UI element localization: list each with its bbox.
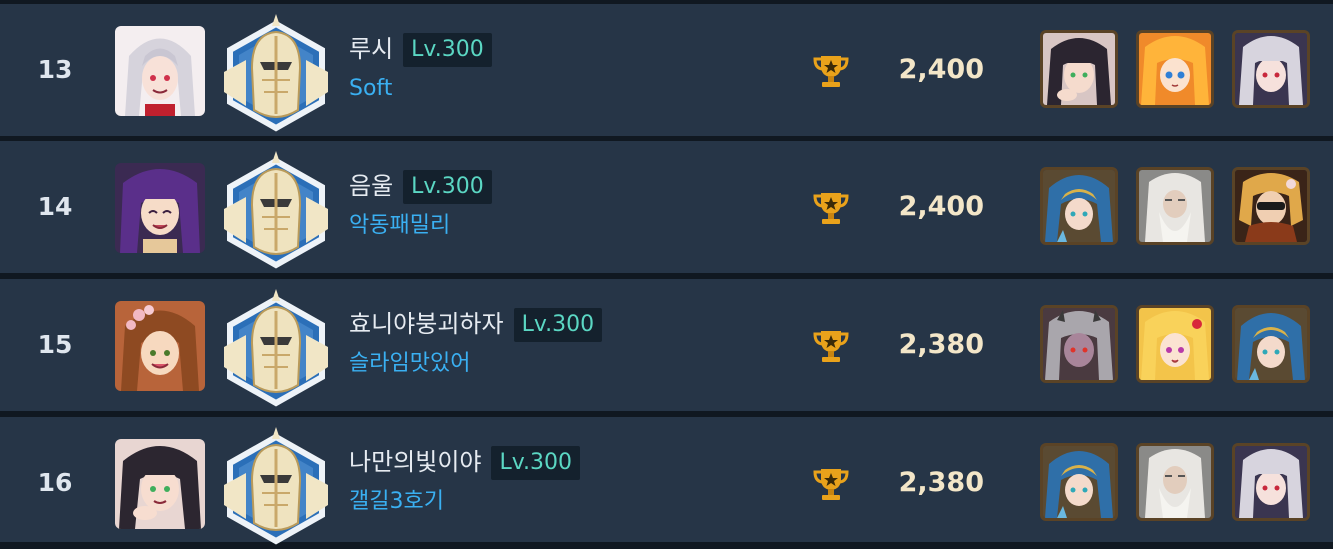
hero-slot-blue-hood-girl[interactable]: [1040, 167, 1118, 245]
player-avatar[interactable]: [115, 26, 205, 116]
ranking-row[interactable]: 15 효니야붕괴하자 Lv.300 슬라임맛있어 2,380: [0, 279, 1333, 411]
silver-hair-girl-icon: [1235, 446, 1307, 518]
hero-slot-silver-hair-girl[interactable]: [1232, 443, 1310, 521]
ranking-row[interactable]: 13 루시 Lv.300 Soft 2,400: [0, 4, 1333, 136]
rank-number: 14: [37, 192, 73, 221]
player-name-line: 루시 Lv.300: [349, 30, 492, 68]
score: 2,400: [898, 191, 984, 222]
hero-slot-blonde-girl[interactable]: [1136, 305, 1214, 383]
player-avatar[interactable]: [115, 163, 205, 253]
trophy-icon: [812, 52, 850, 90]
hero-slot-grey-hair-demon[interactable]: [1040, 305, 1118, 383]
rank-number: 13: [37, 55, 73, 84]
hero-slot-silver-hair-girl[interactable]: [1232, 30, 1310, 108]
score: 2,400: [898, 54, 984, 85]
level-badge: Lv.300: [513, 308, 603, 342]
white-beard-elder-icon: [1139, 170, 1211, 242]
trophy-icon: [812, 189, 850, 227]
level-badge: Lv.300: [403, 170, 492, 204]
blue-hood-girl-icon: [1043, 446, 1115, 518]
hero-slot-white-beard-elder[interactable]: [1136, 443, 1214, 521]
knight-helmet-emblem-icon: [218, 147, 334, 269]
player-name-line: 음울 Lv.300: [349, 167, 492, 205]
level-badge: Lv.300: [491, 446, 581, 480]
player-name-line: 나만의빛이야 Lv.300: [349, 443, 581, 481]
guild-name[interactable]: 슬라임맛있어: [349, 347, 470, 381]
player-avatar[interactable]: [115, 439, 205, 529]
ranking-list: 13 루시 Lv.300 Soft 2,400 14 음울 Lv.300 악동패…: [0, 0, 1333, 545]
blonde-girl-icon: [1139, 308, 1211, 380]
ranking-row[interactable]: 14 음울 Lv.300 악동패밀리 2,400: [0, 141, 1333, 273]
rank-number: 15: [37, 330, 73, 359]
guild-name[interactable]: Soft: [349, 72, 392, 106]
player-name: 루시: [349, 35, 394, 63]
knight-helmet-emblem-icon: [218, 10, 334, 132]
hero-slot-blue-hood-girl[interactable]: [1232, 305, 1310, 383]
dark-hair-girl-icon: [1043, 33, 1115, 105]
hero-slot-sunglasses[interactable]: [1232, 167, 1310, 245]
blue-hood-girl-icon: [1043, 170, 1115, 242]
hero-slot-orange-hair-girl[interactable]: [1136, 30, 1214, 108]
white-beard-elder-icon: [1139, 446, 1211, 518]
blue-hood-girl-icon: [1235, 308, 1307, 380]
player-name: 음울: [349, 172, 394, 200]
score: 2,380: [898, 329, 984, 360]
knight-helmet-emblem-icon: [218, 423, 334, 545]
trophy-icon: [812, 327, 850, 365]
hero-slot-blue-hood-girl[interactable]: [1040, 443, 1118, 521]
guild-name[interactable]: 갤길3호기: [349, 485, 444, 519]
rank-number: 16: [37, 468, 73, 497]
score: 2,380: [898, 467, 984, 498]
ranking-row[interactable]: 16 나만의빛이야 Lv.300 갤길3호기 2,380: [0, 417, 1333, 545]
trophy-icon: [812, 465, 850, 503]
level-badge: Lv.300: [403, 33, 492, 67]
hero-slot-white-beard-elder[interactable]: [1136, 167, 1214, 245]
guild-name[interactable]: 악동패밀리: [349, 209, 450, 243]
player-avatar[interactable]: [115, 301, 205, 391]
grey-hair-demon-icon: [1043, 308, 1115, 380]
silver-hair-girl-icon: [1235, 33, 1307, 105]
player-name: 효니야붕괴하자: [349, 310, 504, 338]
player-name-line: 효니야붕괴하자 Lv.300: [349, 305, 603, 343]
knight-helmet-emblem-icon: [218, 285, 334, 407]
player-name: 나만의빛이야: [349, 448, 482, 476]
sunglasses-hero-icon: [1235, 170, 1307, 242]
hero-slot-dark-hair-girl[interactable]: [1040, 30, 1118, 108]
orange-hair-girl-icon: [1139, 33, 1211, 105]
